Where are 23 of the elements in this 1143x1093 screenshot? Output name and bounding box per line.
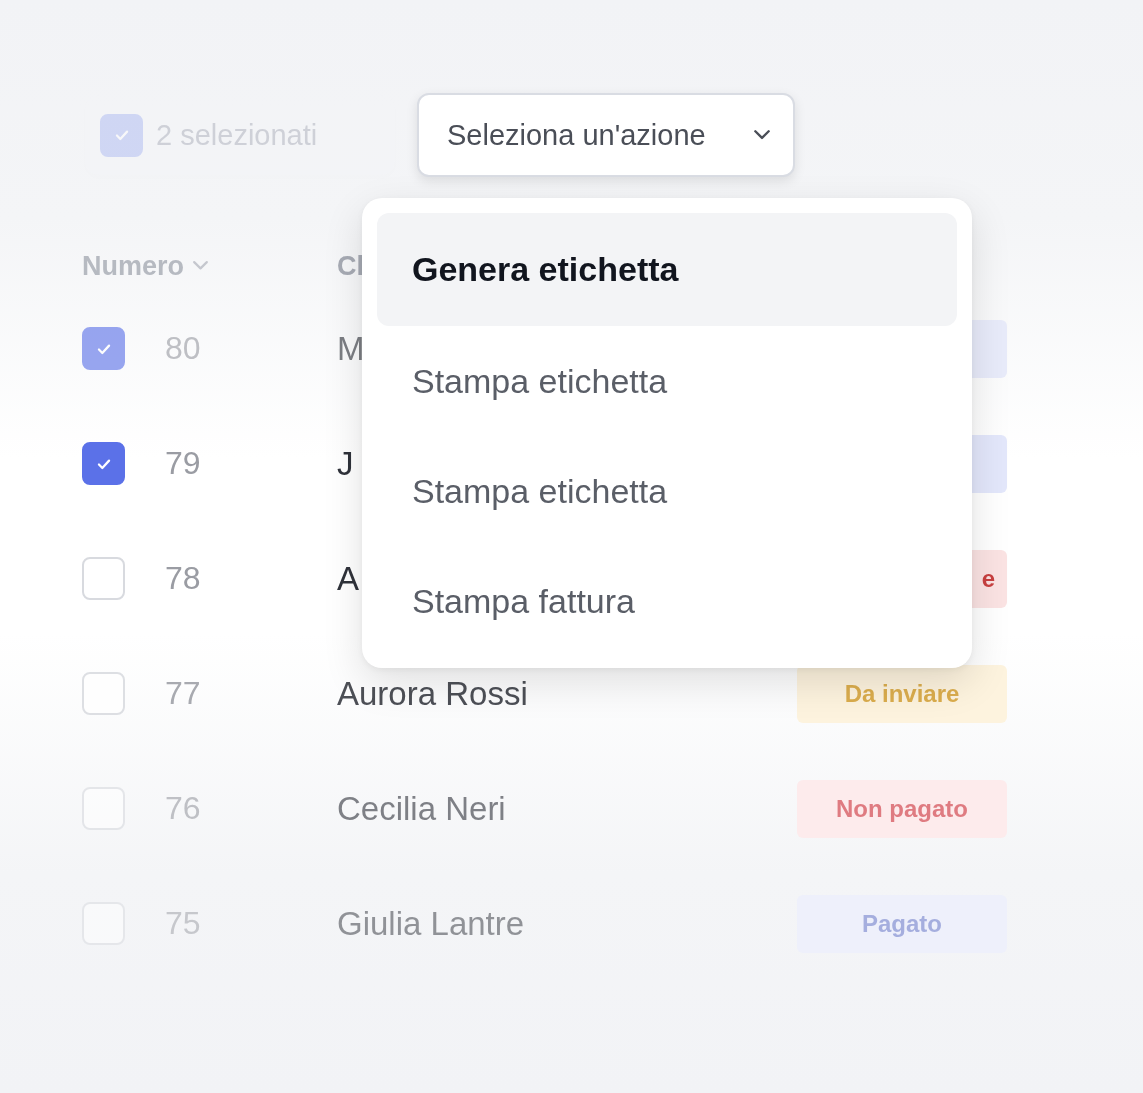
checkbox[interactable] xyxy=(82,442,125,485)
action-dropdown[interactable]: Seleziona un'azione xyxy=(417,93,795,177)
customer-name: Aurora Rossi xyxy=(337,674,529,713)
checkbox[interactable] xyxy=(82,327,125,370)
order-number: 77 xyxy=(164,675,202,712)
status-badge: Non pagato xyxy=(797,779,1007,838)
order-number: 76 xyxy=(164,790,202,827)
customer-name: M xyxy=(337,329,366,368)
menu-item[interactable]: Genera etichetta xyxy=(377,213,957,326)
customer-name: Giulia Lantre xyxy=(337,904,526,943)
status-badge: Da inviare xyxy=(797,664,1007,723)
status-badge: Pagato xyxy=(797,894,1007,953)
order-number: 80 xyxy=(164,330,202,367)
menu-item[interactable]: Stampa etichetta xyxy=(377,436,957,546)
column-header: Cl xyxy=(337,250,364,282)
chevron-icon xyxy=(192,260,209,272)
order-number: 79 xyxy=(164,445,202,482)
customer-name: A xyxy=(337,559,360,598)
order-number: 78 xyxy=(164,560,202,597)
customer-name: Cecilia Neri xyxy=(337,789,507,828)
chevron-icon xyxy=(753,129,771,141)
menu-item[interactable]: Stampa etichetta xyxy=(377,326,957,436)
customer-name: J xyxy=(337,444,355,483)
